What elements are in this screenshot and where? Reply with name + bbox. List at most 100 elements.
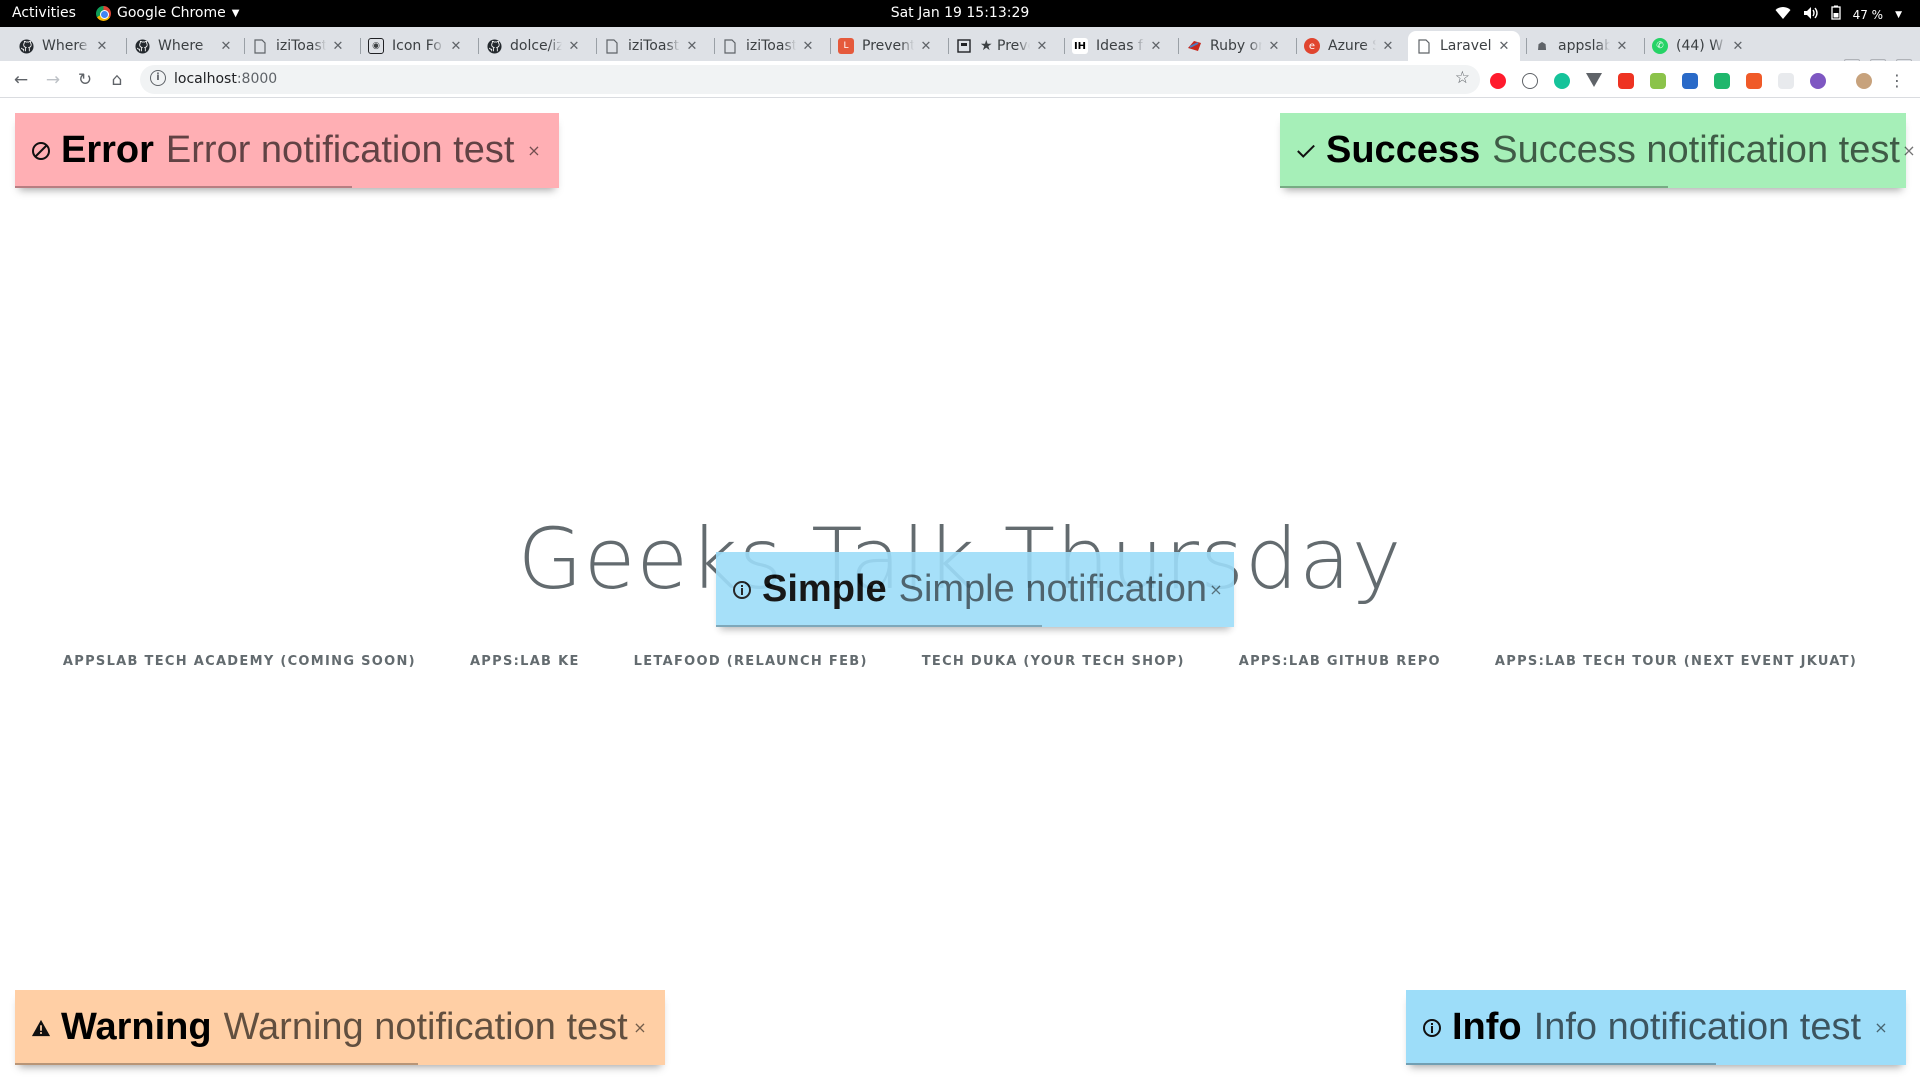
tab-prevent-2[interactable]: ★ Preve ✕ (948, 31, 1058, 61)
system-tray[interactable]: 47 % ▼ (1775, 5, 1902, 24)
close-tab-icon[interactable]: ✕ (330, 39, 346, 54)
link-github-repo[interactable]: Apps:Lab GitHub Repo (1212, 654, 1468, 669)
close-tab-icon[interactable]: ✕ (800, 39, 816, 54)
error-toast[interactable]: Error Error notification test × (15, 113, 559, 188)
close-tab-icon[interactable]: ✕ (1496, 39, 1512, 54)
tab-where-1[interactable]: Where ✕ (10, 31, 118, 61)
toast-message: Warning notification test (223, 1006, 628, 1048)
close-tab-icon[interactable]: ✕ (1730, 39, 1746, 54)
nav-links: AppsLab Tech Academy (Coming Soon) Apps:… (0, 654, 1920, 669)
whatsapp-icon: ✆ (1652, 38, 1668, 54)
link-tech-duka[interactable]: Tech Duka (Your Tech Shop) (895, 654, 1212, 669)
extension-blue-icon[interactable] (1682, 73, 1698, 89)
close-tab-icon[interactable]: ✕ (1148, 39, 1164, 54)
tab-azure[interactable]: e Azure S ✕ (1296, 31, 1404, 61)
tab-izitoast-1[interactable]: iziToast ✕ (244, 31, 354, 61)
link-tech-tour[interactable]: Apps:Lab Tech Tour (Next Event JKUAT) (1468, 654, 1884, 669)
system-top-bar: Activities Google Chrome ▼ Sat Jan 19 15… (0, 0, 1920, 27)
close-tab-icon[interactable]: ✕ (448, 39, 464, 54)
close-tab-icon[interactable]: ✕ (218, 39, 234, 54)
appslab-icon: ☗ (1537, 39, 1547, 53)
back-button[interactable]: ← (8, 67, 34, 93)
clock[interactable]: Sat Jan 19 15:13:29 (891, 5, 1030, 21)
success-toast[interactable]: Success Success notification test × (1280, 113, 1916, 188)
tab-dolce-izitoast[interactable]: dolce/iz ✕ (478, 31, 590, 61)
extension-grey-icon[interactable] (1778, 73, 1794, 89)
toast-progress-bar (15, 1063, 418, 1065)
close-toast-icon[interactable]: × (525, 141, 543, 160)
app-menu[interactable]: Google Chrome ▼ (96, 5, 239, 21)
activities-button[interactable]: Activities (12, 5, 76, 21)
close-tab-icon[interactable]: ✕ (918, 39, 934, 54)
page-icon (1416, 38, 1432, 54)
github-icon (134, 38, 150, 54)
opera-extension-icon[interactable] (1490, 73, 1506, 89)
home-button[interactable]: ⌂ (104, 67, 130, 93)
close-tab-icon[interactable]: ✕ (566, 39, 582, 54)
close-toast-icon[interactable]: × (631, 1018, 649, 1037)
close-toast-icon[interactable]: × (1207, 580, 1225, 599)
tab-whatsapp[interactable]: ✆ (44) W ✕ (1644, 31, 1754, 61)
extension-red-icon[interactable] (1618, 73, 1634, 89)
tab-izitoast-3[interactable]: iziToast ✕ (714, 31, 824, 61)
home-icon: ⌂ (111, 70, 123, 90)
tab-ruby[interactable]: Ruby or ✕ (1178, 31, 1290, 61)
link-appslab-ke[interactable]: Apps:Lab KE (443, 654, 607, 669)
close-toast-icon[interactable]: × (1900, 141, 1918, 160)
toast-progress-bar (1406, 1063, 1716, 1065)
reload-button[interactable]: ↻ (72, 67, 98, 93)
page-icon (252, 38, 268, 54)
close-tab-icon[interactable]: ✕ (1034, 39, 1050, 54)
close-toast-icon[interactable]: × (1872, 1018, 1890, 1037)
extension-circle-icon[interactable] (1522, 73, 1538, 89)
warning-triangle-icon (31, 1018, 51, 1038)
toast-title: Warning (61, 1006, 212, 1048)
kebab-menu-icon[interactable]: ⋮ (1884, 67, 1910, 93)
tab-laravel[interactable]: Laravel ✕ (1408, 31, 1520, 61)
link-letafood[interactable]: LetaFood (Relaunch Feb) (607, 654, 895, 669)
page-icon (722, 38, 738, 54)
tab-ideas[interactable]: IH Ideas fo ✕ (1064, 31, 1172, 61)
extension-orange-icon[interactable] (1746, 73, 1762, 89)
vue-devtools-icon[interactable] (1586, 73, 1602, 87)
profile-avatar[interactable] (1856, 73, 1872, 89)
grammarly-icon[interactable] (1554, 73, 1570, 89)
app-menu-label: Google Chrome (117, 5, 226, 21)
download-extension-icon[interactable] (1650, 73, 1666, 89)
tab-icon-font[interactable]: ◉ Icon Fo ✕ (360, 31, 472, 61)
close-tab-icon[interactable]: ✕ (94, 39, 110, 54)
address-bar[interactable]: i localhost:8000 ☆ (140, 65, 1480, 94)
iconfont-icon: ◉ (368, 38, 384, 54)
url-text[interactable]: localhost:8000 (174, 71, 277, 87)
warning-toast[interactable]: Warning Warning notification test × (15, 990, 665, 1065)
tab-prevent-1[interactable]: L Prevent ✕ (830, 31, 942, 61)
tab-izitoast-2[interactable]: iziToast ✕ (596, 31, 708, 61)
bookmark-star-icon[interactable]: ☆ (1455, 68, 1470, 88)
caret-down-icon: ▼ (1895, 9, 1902, 20)
forward-button[interactable]: → (40, 67, 66, 93)
ih-icon: IH (1072, 38, 1088, 54)
tab-where-2[interactable]: Where ✕ (126, 31, 242, 61)
azure-icon: e (1304, 38, 1320, 54)
url-port: :8000 (236, 71, 278, 87)
tab-appslab[interactable]: ☗ appslab ✕ (1526, 31, 1638, 61)
close-tab-icon[interactable]: ✕ (684, 39, 700, 54)
toast-title: Error (61, 129, 154, 171)
extension-green-icon[interactable] (1714, 73, 1730, 89)
link-appslab-tech-academy[interactable]: AppsLab Tech Academy (Coming Soon) (36, 654, 443, 669)
checkmark-icon (1296, 141, 1316, 161)
tab-title: iziToast (628, 38, 680, 54)
extension-purple-icon[interactable] (1810, 73, 1826, 89)
toast-message: Info notification test (1533, 1006, 1862, 1048)
close-tab-icon[interactable]: ✕ (1614, 39, 1630, 54)
close-tab-icon[interactable]: ✕ (1380, 39, 1396, 54)
info-toast[interactable]: Info Info notification test × (1406, 990, 1906, 1065)
info-icon[interactable]: i (150, 70, 166, 86)
tab-title: Ruby or (1210, 38, 1262, 54)
toast-progress-bar (716, 625, 1043, 627)
tab-title: iziToast (276, 38, 326, 54)
close-tab-icon[interactable]: ✕ (1266, 39, 1282, 54)
simple-toast[interactable]: Simple Simple notification × (716, 552, 1234, 627)
toast-message: Error notification test (165, 129, 515, 171)
tab-title: dolce/iz (510, 38, 562, 54)
